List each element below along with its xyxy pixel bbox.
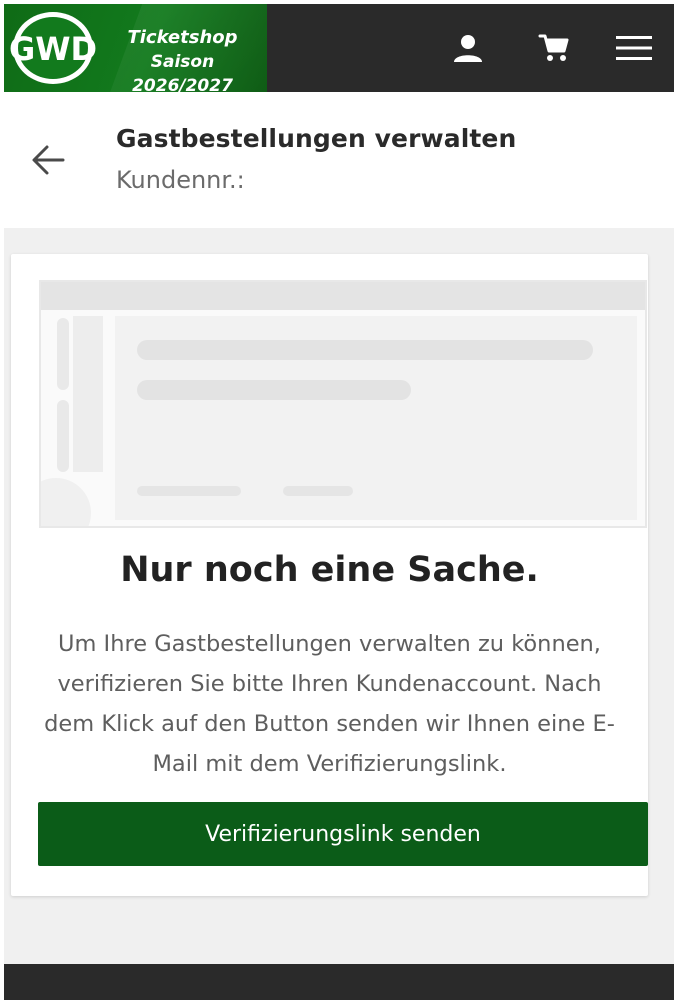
illustration-pill: [283, 486, 353, 496]
account-icon[interactable]: [450, 30, 486, 66]
illustration-corner: [41, 478, 91, 526]
illustration-header-bar: [41, 282, 645, 310]
arrow-left-icon: [32, 145, 65, 175]
illustration-line: [137, 380, 411, 400]
send-verification-link-button[interactable]: Verifizierungslink senden: [38, 802, 648, 866]
card-headline: Nur noch eine Sache.: [120, 550, 539, 590]
illustration-sidebar-line: [57, 318, 69, 390]
gwd-logo-icon: GWD: [10, 12, 96, 84]
brand-banner[interactable]: GWD Ticketshop Saison 2026/2027: [4, 4, 267, 92]
back-button[interactable]: [28, 140, 68, 180]
brand-text: Ticketshop Saison 2026/2027: [100, 26, 265, 92]
footer-bar: [4, 964, 674, 1000]
illustration-pill: [137, 486, 241, 496]
illustration-sidebar-line: [57, 400, 69, 472]
card-description: Um Ihre Gastbestellungen verwalten zu kö…: [44, 631, 615, 777]
menu-icon[interactable]: [614, 30, 654, 66]
verification-card: Nur noch eine Sache. Um Ihre Gastbestell…: [11, 254, 648, 896]
brand-season: Saison 2026/2027: [132, 52, 233, 92]
content-area: Nur noch eine Sache. Um Ihre Gastbestell…: [4, 228, 674, 964]
placeholder-illustration: [39, 280, 647, 528]
app-frame: GWD Ticketshop Saison 2026/2027 Gastbest…: [0, 0, 674, 1000]
page-title: Gastbestellungen verwalten: [116, 124, 517, 153]
customer-number-label: Kundennr.:: [116, 166, 245, 194]
illustration-line: [137, 340, 593, 360]
page-header: Gastbestellungen verwalten Kundennr.:: [4, 92, 674, 228]
brand-title: Ticketshop: [127, 27, 238, 48]
logo-text: GWD: [10, 30, 96, 68]
cart-icon[interactable]: [536, 30, 572, 66]
illustration-sidebar-box: [73, 316, 103, 472]
